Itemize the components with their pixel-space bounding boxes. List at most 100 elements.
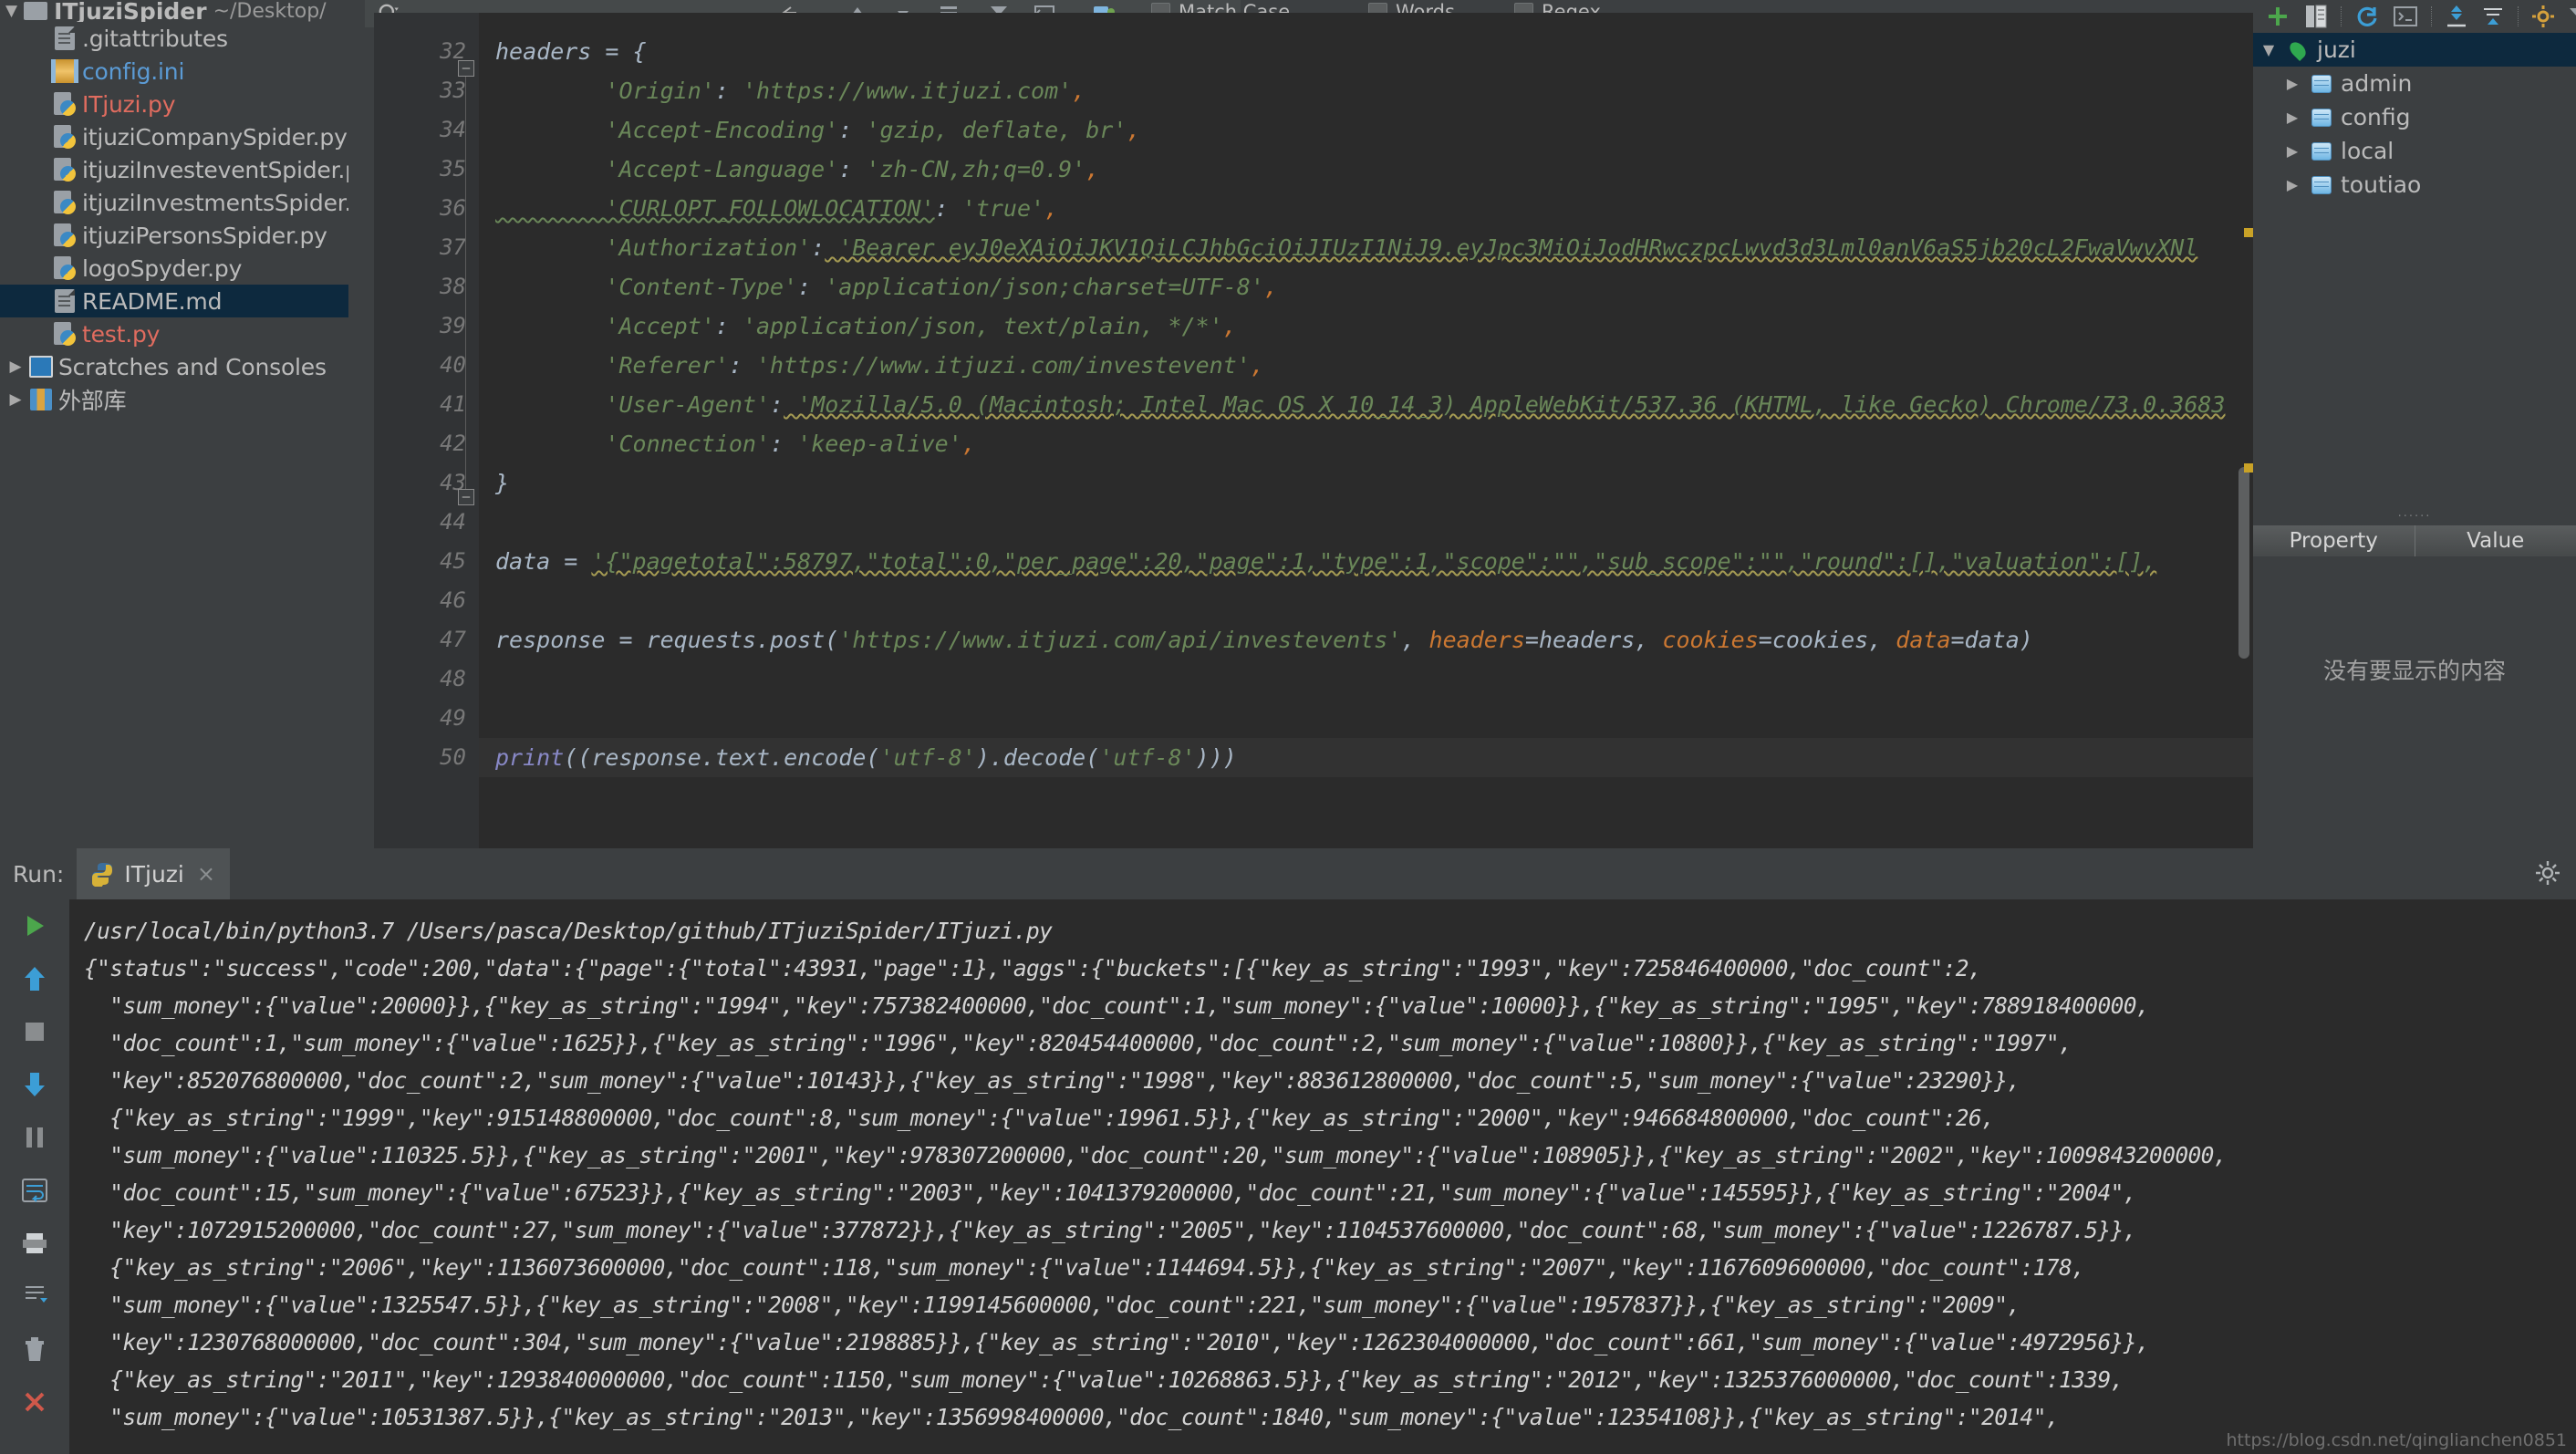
tree-item-scratches-and-consoles[interactable]: ▶ Scratches and Consoles [0, 350, 348, 383]
tree-item--[interactable]: ▶ 外部库 [0, 383, 348, 416]
filter-icon[interactable] [2568, 5, 2576, 27]
stop-icon[interactable] [0, 1005, 69, 1058]
expand-icon[interactable] [2445, 4, 2468, 29]
copy-icon[interactable] [2304, 4, 2328, 29]
tree-item-itjuziinvestmentsspider-py[interactable]: itjuziInvestmentsSpider.py [0, 186, 348, 219]
code-line[interactable] [479, 699, 2253, 738]
expand-arrow-icon[interactable]: ▶ [2277, 75, 2308, 92]
tree-item-itjuzi-py[interactable]: ITjuzi.py [0, 88, 348, 120]
db-item-juzi[interactable]: ▼ juzi [2253, 33, 2576, 67]
tree-item-label: itjuziInvestmentsSpider.py [82, 189, 348, 216]
print-icon[interactable] [0, 1217, 69, 1270]
fold-open-icon[interactable]: – [458, 60, 474, 77]
refresh-icon[interactable] [2354, 4, 2380, 29]
code-token: , [1044, 195, 1059, 222]
code-line[interactable]: 'Accept-Encoding': 'gzip, deflate, br', [479, 110, 2253, 150]
rerun-icon[interactable] [0, 899, 69, 952]
tree-item-test-py[interactable]: test.py [0, 317, 348, 350]
run-tab-itjuzi[interactable]: ITjuzi × [77, 848, 230, 899]
code-line[interactable]: 'CURLOPT_FOLLOWLOCATION': 'true', [479, 189, 2253, 228]
soft-wrap-icon[interactable] [0, 1164, 69, 1217]
expand-arrow-icon[interactable]: ▼ [2253, 41, 2284, 58]
code-line[interactable]: 'Connection': 'keep-alive', [479, 424, 2253, 463]
db-item-toutiao[interactable]: ▶ toutiao [2253, 168, 2576, 202]
python-file-icon [54, 157, 76, 182]
tree-item-itjuziinvesteventspider-py[interactable]: itjuziInvesteventSpider.py [0, 153, 348, 186]
tree-item-itjuzipersonsspider-py[interactable]: itjuziPersonsSpider.py [0, 219, 348, 252]
code-line[interactable]: headers = { [479, 32, 2253, 71]
code-token: = [564, 548, 592, 575]
value-column-header[interactable]: Value [2415, 525, 2576, 556]
expand-arrow-icon[interactable]: ▶ [4, 390, 27, 409]
tree-item-label: .gitattributes [82, 25, 228, 52]
console-icon [29, 356, 53, 378]
code-token: data [495, 548, 565, 575]
database-toolbar [2253, 0, 2576, 33]
project-tree[interactable]: .gitattributes config.ini ITjuzi.py itjuziC… [0, 22, 348, 848]
up-icon[interactable] [0, 952, 69, 1005]
collapse-icon[interactable] [2481, 4, 2505, 29]
console-output[interactable]: /usr/local/bin/python3.7 /Users/pasca/De… [69, 899, 2576, 1454]
tree-item-label: itjuziInvesteventSpider.py [82, 156, 348, 183]
error-stripe-warning-2[interactable] [2244, 463, 2253, 473]
scroll-end-icon[interactable] [0, 1270, 69, 1323]
editor-scrollbar[interactable] [2238, 467, 2249, 659]
code-line[interactable] [479, 659, 2253, 699]
expand-arrow-icon[interactable]: ▶ [2277, 176, 2308, 193]
code-line[interactable] [479, 581, 2253, 620]
error-stripe-warning[interactable] [2244, 228, 2253, 237]
add-icon[interactable] [2264, 3, 2291, 30]
code-line[interactable] [479, 503, 2253, 542]
code-line[interactable]: } [479, 463, 2253, 503]
code-line[interactable]: 'Authorization': 'Bearer eyJ0eXAiOiJKV1Q… [479, 228, 2253, 267]
db-item-config[interactable]: ▶ config [2253, 100, 2576, 134]
code-line[interactable]: 'Accept-Language': 'zh-CN,zh;q=0.9', [479, 150, 2253, 189]
tree-item--gitattributes[interactable]: .gitattributes [0, 22, 348, 55]
python-file-icon [54, 124, 76, 150]
panel-splitter[interactable]: ······ [2253, 510, 2576, 524]
down-icon[interactable] [0, 1058, 69, 1111]
code-token: , [1263, 274, 1278, 300]
code-line[interactable]: 'User-Agent': 'Mozilla/5.0 (Macintosh; I… [479, 385, 2253, 424]
pause-icon[interactable] [0, 1111, 69, 1164]
expand-arrow-icon[interactable]: ▶ [4, 358, 27, 376]
console-icon[interactable] [2393, 5, 2418, 27]
db-item-label: juzi [2317, 36, 2356, 63]
code-line[interactable]: 'Origin': 'https://www.itjuzi.com', [479, 71, 2253, 110]
empty-message: 没有要显示的内容 [2322, 658, 2506, 684]
code-content[interactable]: headers = { 'Origin': 'https://www.itjuz… [479, 13, 2253, 852]
trash-icon[interactable] [0, 1323, 69, 1376]
expand-arrow-icon[interactable]: ▶ [2277, 109, 2308, 126]
close-icon[interactable] [0, 1376, 69, 1428]
close-icon[interactable]: × [197, 861, 215, 887]
code-token: 'zh-CN,zh;q=0.9' [852, 156, 1086, 182]
code-line[interactable]: 'Accept': 'application/json, text/plain,… [479, 306, 2253, 346]
code-line[interactable] [479, 777, 2253, 796]
code-line[interactable]: data = '{"pagetotal":58797,"total":0,"pe… [479, 542, 2253, 581]
run-panel: Run: ITjuzi × /usr/local/bin/python3.7 /… [0, 848, 2576, 1454]
code-editor[interactable]: 32 33 34 35 36 37 38 39 40 41 42 43 44 45 46 47 48 49 50 –… [374, 13, 2253, 852]
chevron-down-icon[interactable]: ▼ [5, 2, 17, 20]
code-token: 'Bearer eyJ0eXAiOiJKV1QiLCJhbGciOiJIUzI1… [825, 234, 2198, 261]
settings-icon[interactable] [2531, 5, 2555, 28]
fold-close-icon[interactable]: – [458, 489, 474, 505]
tree-item-logospyder-py[interactable]: logoSpyder.py [0, 252, 348, 285]
code-line[interactable]: print((response.text.encode('utf-8').dec… [479, 738, 2253, 777]
code-token: = [618, 627, 647, 653]
tree-item-itjuzicompanyspider-py[interactable]: itjuziCompanySpider.py [0, 120, 348, 153]
tree-item-config-ini[interactable]: config.ini [0, 55, 348, 88]
database-tree[interactable]: ▼ juzi ▶ admin ▶ config ▶ local ▶ toutiao [2253, 33, 2576, 507]
settings-gear-icon[interactable] [2534, 859, 2561, 887]
db-item-local[interactable]: ▶ local [2253, 134, 2576, 168]
expand-arrow-icon[interactable]: ▶ [2277, 142, 2308, 160]
code-line[interactable]: response = requests.post('https://www.it… [479, 620, 2253, 659]
db-item-admin[interactable]: ▶ admin [2253, 67, 2576, 100]
property-column-header[interactable]: Property [2253, 525, 2415, 556]
console-line: "sum_money":{"value":20000}},{"key_as_st… [84, 992, 2150, 1019]
code-line[interactable] [479, 13, 2253, 32]
tree-item-readme-md[interactable]: README.md [0, 285, 348, 317]
code-folding-column[interactable]: – – [454, 13, 478, 852]
code-line[interactable]: 'Referer': 'https://www.itjuzi.com/inves… [479, 346, 2253, 385]
doc-icon [55, 26, 75, 50]
code-line[interactable]: 'Content-Type': 'application/json;charse… [479, 267, 2253, 306]
